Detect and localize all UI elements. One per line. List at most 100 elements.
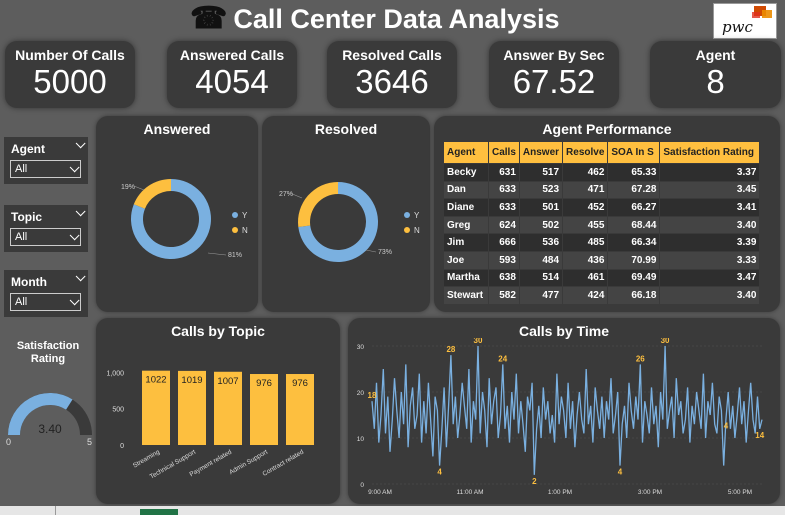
slicer-agent: Agent All (4, 137, 88, 184)
slice-label: 73% (378, 249, 392, 256)
table-row[interactable]: Stewart 582 477 424 66.18 3.40 (443, 286, 761, 305)
slicer-label: Agent (11, 142, 45, 156)
table-cell: 3.37 (659, 163, 761, 182)
bar-value-label: 976 (292, 378, 308, 389)
table-cell: Dan (443, 180, 489, 200)
slice-label: 27% (279, 191, 293, 198)
data-label: 18 (368, 391, 377, 400)
slice-label: 19% (121, 184, 135, 191)
label-leader-line (133, 185, 145, 191)
legend-label: Y (414, 211, 420, 220)
calls-by-time-card: Calls by Time 0 10 20 30 9:00 AM 11:00 AM 1:00… (348, 318, 780, 504)
agent-dropdown[interactable]: All (10, 160, 81, 178)
kpi-card-answer-speed: Answer By Sec 67.52 (489, 41, 619, 108)
performance-title: Agent Performance (542, 121, 672, 137)
agent-performance-table: Agent Calls Answer Resolve SOA In S Satisfact… (443, 141, 761, 305)
legend-marker-y (232, 212, 238, 218)
data-label: 14 (755, 431, 764, 440)
table-row[interactable]: Dan 633 523 471 67.28 3.45 (443, 180, 761, 200)
table-cell: 638 (488, 268, 520, 288)
month-dropdown[interactable]: All (10, 293, 81, 311)
kpi-card-resolved: Resolved Calls 3646 (327, 41, 457, 108)
table-cell: 3.39 (659, 233, 761, 252)
page-title: Call Center Data Analysis (233, 3, 560, 34)
agent-performance-card: Agent Performance Agent Calls Answer Resolv… (434, 116, 780, 312)
table-row[interactable]: Greg 624 502 455 68.44 3.40 (443, 215, 761, 235)
dropdown-value: All (15, 163, 28, 175)
column-header[interactable]: Calls (488, 141, 520, 164)
topic-dropdown[interactable]: All (10, 228, 81, 246)
y-tick-label: 500 (112, 407, 124, 414)
table-cell: 3.47 (659, 268, 761, 288)
dashboard-title: ☎ Call Center Data Analysis (190, 2, 560, 36)
table-cell: 67.28 (607, 180, 661, 200)
data-label: 28 (446, 345, 455, 354)
chevron-down-icon[interactable] (75, 271, 86, 282)
chevron-down-icon[interactable] (75, 138, 86, 149)
chevron-down-icon (69, 161, 80, 172)
table-cell: 477 (518, 286, 564, 305)
kpi-value: 4054 (195, 63, 269, 100)
answered-title: Answered (143, 121, 211, 137)
table-cell: 485 (562, 233, 609, 252)
calls-by-time-chart: 0 10 20 30 9:00 AM 11:00 AM 1:00 PM 3:00 PM 5:00… (357, 338, 765, 496)
data-label: 30 (661, 338, 670, 345)
slicer-topic: Topic All (4, 205, 88, 252)
table-row[interactable]: Becky 631 517 462 65.33 3.37 (443, 163, 761, 182)
resolved-donut-chart: 73% 27% YN (279, 182, 420, 262)
topic-chart-title: Calls by Topic (171, 323, 265, 339)
slicer-label: Month (11, 275, 47, 289)
table-row[interactable]: Martha 638 514 461 69.49 3.47 (443, 268, 761, 288)
chevron-down-icon[interactable] (75, 206, 86, 217)
table-cell: 633 (488, 180, 520, 200)
slicer-label: Topic (11, 210, 43, 224)
answered-donut-chart: 81% 19% YN (121, 179, 248, 259)
table-cell: 514 (518, 268, 564, 288)
x-tick-label: 9:00 AM (368, 489, 392, 496)
table-cell: 455 (562, 215, 609, 235)
data-label: 26 (636, 354, 645, 363)
slicer-month: Month All (4, 270, 88, 317)
table-cell: 452 (562, 198, 609, 217)
column-header[interactable]: Agent (443, 141, 489, 164)
table-cell: 70.99 (607, 250, 661, 270)
table-cell: Greg (443, 215, 489, 235)
column-header[interactable]: SOA In S (607, 141, 661, 164)
chevron-down-icon (69, 294, 80, 305)
x-tick-label: 3:00 PM (638, 489, 662, 496)
table-row[interactable]: Diane 633 501 452 66.27 3.41 (443, 198, 761, 217)
satisfaction-panel: Satisfaction Rating 3.40 0 5 (0, 340, 96, 447)
data-label: 4 (437, 468, 442, 477)
table-row[interactable]: Jim 666 536 485 66.34 3.39 (443, 233, 761, 252)
table-cell: 436 (562, 250, 609, 270)
x-tick-label: Streaming (132, 448, 161, 469)
resolved-title: Resolved (314, 121, 378, 137)
donut-slice-n (133, 179, 171, 209)
kpi-card-calls: Number Of Calls 5000 (5, 41, 135, 108)
table-cell: Jim (443, 233, 489, 252)
y-tick-label: 0 (120, 443, 124, 450)
kpi-value: 5000 (33, 63, 107, 100)
table-cell: 582 (488, 286, 520, 305)
series-line (371, 345, 763, 475)
sheet-tab[interactable] (140, 509, 178, 515)
dropdown-value: All (15, 231, 28, 243)
table-cell: 523 (518, 180, 564, 200)
dropdown-value: All (15, 296, 28, 308)
kpi-value: 67.52 (512, 63, 596, 100)
table-cell: Joe (443, 250, 489, 270)
chevron-down-icon (69, 229, 80, 240)
column-header[interactable]: Answer (518, 141, 564, 164)
table-cell: 631 (488, 163, 520, 182)
donut-slice-n (298, 182, 338, 228)
table-cell: 536 (518, 233, 564, 252)
legend-label: Y (242, 211, 248, 220)
gauge-min-label: 0 (6, 437, 11, 447)
x-tick-label: 11:00 AM (457, 489, 484, 496)
table-cell: 3.33 (659, 250, 761, 270)
table-row[interactable]: Joe 593 484 436 70.99 3.33 (443, 250, 761, 270)
column-header[interactable]: Satisfaction Rating (659, 141, 761, 164)
label-leader-line (365, 249, 377, 253)
data-label: 30 (474, 338, 483, 345)
column-header[interactable]: Resolve (562, 141, 609, 164)
